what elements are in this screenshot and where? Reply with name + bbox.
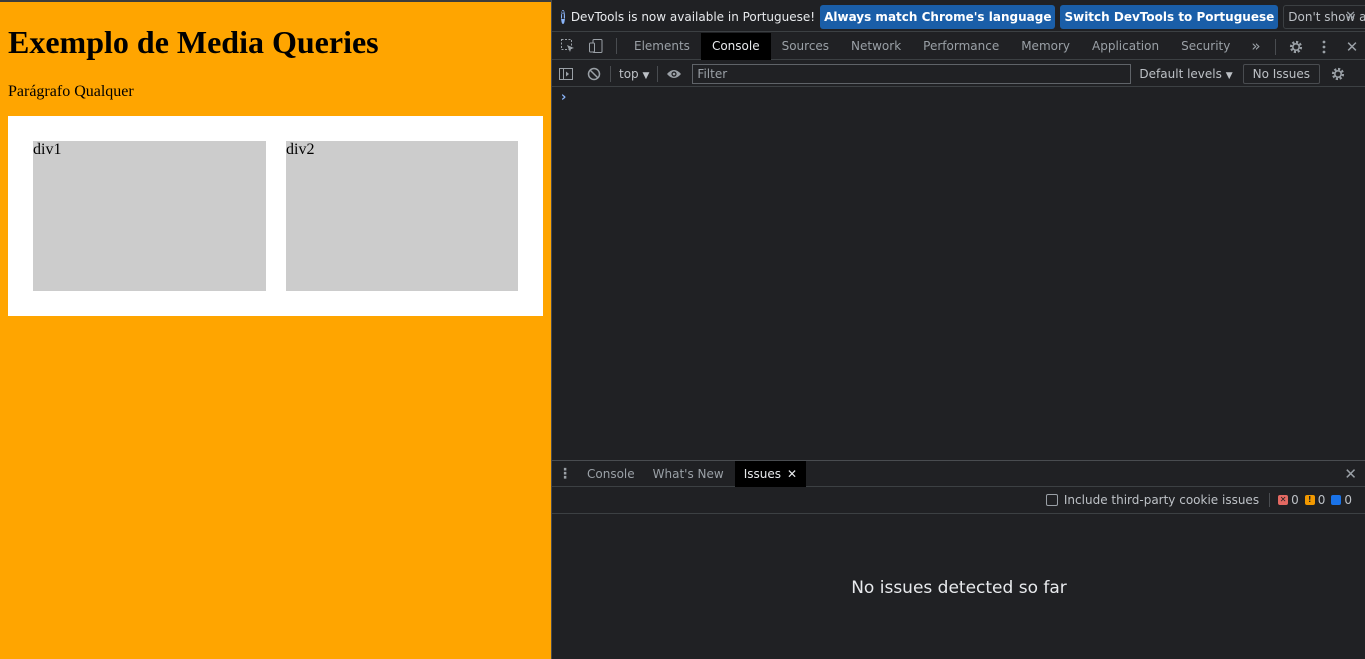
drawer-tab-whats-new[interactable]: What's New [644,461,733,487]
issues-empty-state: No issues detected so far [552,514,1365,659]
tab-console[interactable]: Console [700,32,771,60]
context-select-value: top [619,66,639,81]
drawer-tab-issues[interactable]: Issues ✕ [734,460,807,487]
close-icon[interactable]: ✕ [1345,9,1356,24]
device-toolbar-icon[interactable] [582,33,610,60]
divider [616,38,617,54]
close-devtools-icon[interactable]: ✕ [1338,33,1365,60]
context-select[interactable]: top ▼ [613,67,655,81]
match-language-button[interactable]: Always match Chrome's language [820,4,1056,29]
triangle-down-icon: ▼ [642,70,650,81]
tab-elements[interactable]: Elements [623,33,701,60]
tab-network[interactable]: Network [840,33,912,60]
switch-language-button[interactable]: Switch DevTools to Portuguese [1060,4,1279,29]
devtools-tabbar: Elements Console Sources Network Perform… [552,32,1365,60]
infobar-message: DevTools is now available in Portuguese! [570,9,816,24]
issues-toolbar: Include third-party cookie issues ✕ 0 ! 0 … [552,487,1365,514]
more-tabs-icon[interactable]: » [1241,33,1270,60]
drawer-menu-icon[interactable]: ⋮ [552,466,578,482]
console-toolbar: top ▼ Default levels ▼ No Issues [552,61,1365,87]
log-levels-select[interactable]: Default levels ▼ [1139,67,1232,81]
info-icon: i [561,9,565,24]
page-heading: Exemplo de Media Queries [8,24,379,60]
kebab-menu-icon[interactable] [1310,33,1338,60]
close-tab-icon[interactable]: ✕ [787,467,797,481]
drawer-tab-issues-label: Issues [743,466,782,481]
tab-memory[interactable]: Memory [1010,33,1081,60]
settings-gear-icon[interactable] [1282,33,1310,60]
console-output[interactable]: › [552,88,1365,460]
error-icon: ✕ [1278,495,1289,505]
inspect-element-icon[interactable] [554,33,582,60]
box-div1: div1 [33,141,266,291]
error-counter: ✕ 0 [1278,493,1299,507]
console-settings-gear-icon[interactable] [1324,60,1352,87]
drawer-tabbar: ⋮ Console What's New Issues ✕ ✕ [552,460,1365,487]
tab-sources[interactable]: Sources [771,33,840,60]
log-levels-value: Default levels [1139,66,1222,81]
devtools-panel: i DevTools is now available in Portugues… [551,0,1365,659]
no-issues-message: No issues detected so far [851,577,1067,598]
info-message-icon [1331,495,1342,505]
boxes-container: div1 div2 [8,116,543,316]
language-infobar: i DevTools is now available in Portugues… [552,2,1365,32]
filter-input[interactable] [692,63,1132,84]
warning-icon: ! [1304,495,1315,505]
sidebar-toggle-icon[interactable] [552,60,580,87]
third-party-cookie-checkbox[interactable] [1045,494,1058,506]
page-paragraph: Parágrafo Qualquer [8,83,134,100]
divider [657,65,659,82]
error-count: 0 [1291,493,1299,507]
info-count: 0 [1344,493,1352,507]
drawer-tab-console[interactable]: Console [578,461,644,487]
divider [610,65,611,82]
warning-count: 0 [1317,493,1326,507]
triangle-down-icon: ▼ [1225,70,1233,81]
third-party-cookie-label: Include third-party cookie issues [1063,493,1260,507]
console-prompt-chevron-icon: › [561,90,567,105]
issues-button[interactable]: No Issues [1242,63,1321,84]
eye-icon[interactable] [660,60,688,87]
info-counter: 0 [1331,493,1352,507]
close-drawer-icon[interactable]: ✕ [1344,465,1357,483]
clear-console-icon[interactable] [580,60,608,87]
tab-performance[interactable]: Performance [912,33,1010,60]
tab-security[interactable]: Security [1170,33,1241,60]
page-viewport: Exemplo de Media Queries Parágrafo Qualq… [0,0,551,659]
warning-counter: ! 0 [1304,493,1326,507]
box-div2: div2 [286,141,518,291]
tab-application[interactable]: Application [1081,33,1170,60]
divider [1275,38,1276,55]
issue-counters: ✕ 0 ! 0 0 [1269,493,1358,507]
